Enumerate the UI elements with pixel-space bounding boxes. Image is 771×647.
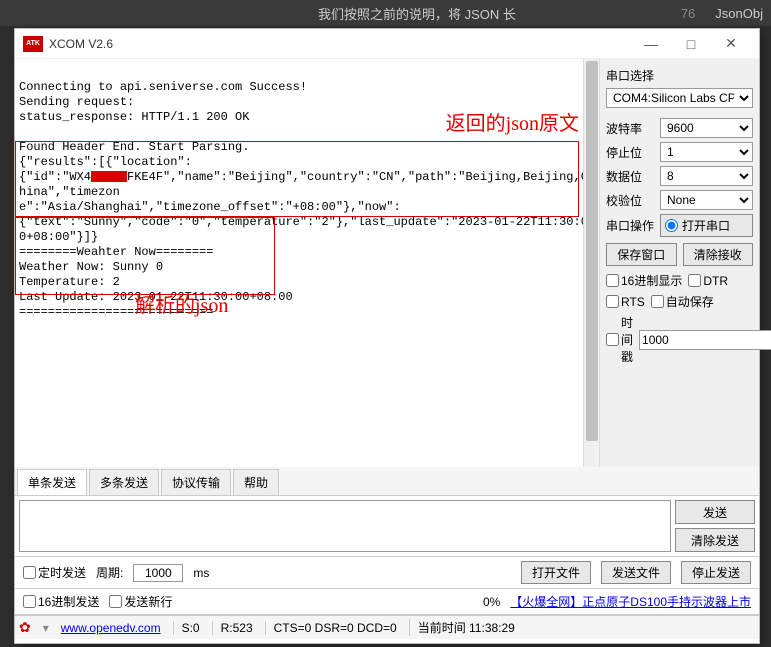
topbar-filename: JsonObj (715, 6, 763, 21)
open-serial-button[interactable]: 打开串口 (660, 214, 753, 237)
send-textarea[interactable] (19, 500, 671, 552)
parity-select[interactable]: None (660, 190, 753, 210)
progress-pct: 0% (483, 595, 500, 609)
stopbit-select[interactable]: 1 (660, 142, 753, 162)
autosave-checkbox[interactable]: 自动保存 (651, 293, 714, 310)
send-tabs: 单条发送 多条发送 协议传输 帮助 (15, 467, 759, 496)
hex-send-checkbox[interactable]: 16进制发送 (23, 593, 99, 610)
ide-topbar: 我们按照之前的说明，将 JSON 长 76 JsonObj (0, 0, 771, 26)
stop-send-button[interactable]: 停止发送 (681, 561, 751, 584)
window-title: XCOM V2.6 (49, 37, 113, 51)
hex-display-checkbox[interactable]: 16进制显示 (606, 272, 682, 289)
baud-select[interactable]: 9600 (660, 118, 753, 138)
status-received: R:523 (212, 621, 253, 635)
timestamp-checkbox[interactable]: 时间戳 (606, 314, 633, 365)
xcom-window: ATK XCOM V2.6 — □ ✕ Connecting to api.se… (14, 28, 760, 644)
port-select[interactable]: COM4:Silicon Labs CP2 (606, 88, 753, 108)
promo-link[interactable]: 【火爆全网】正点原子DS100手持示波器上市 (510, 593, 751, 610)
annotation-json-parsed: 解析的json (135, 299, 228, 314)
close-button[interactable]: ✕ (711, 30, 751, 58)
tab-multi-send[interactable]: 多条发送 (89, 469, 159, 495)
period-input[interactable] (133, 564, 183, 582)
databit-select[interactable]: 8 (660, 166, 753, 186)
tab-help[interactable]: 帮助 (233, 469, 279, 495)
tab-protocol[interactable]: 协议传输 (161, 469, 231, 495)
app-logo: ATK (23, 36, 43, 52)
dtr-checkbox[interactable]: DTR (688, 274, 728, 288)
status-time: 当前时间 11:38:29 (409, 619, 515, 636)
open-file-button[interactable]: 打开文件 (521, 561, 591, 584)
serial-select-label: 串口选择 (606, 67, 753, 84)
clear-send-button[interactable]: 清除发送 (675, 528, 755, 552)
topbar-text: 我们按照之前的说明，将 JSON 长 (318, 4, 516, 23)
maximize-button[interactable]: □ (671, 30, 711, 58)
status-cts: CTS=0 DSR=0 DCD=0 (265, 621, 397, 635)
website-link[interactable]: www.openedv.com (61, 621, 161, 635)
statusbar: ✿ ▾ www.openedv.com S:0 R:523 CTS=0 DSR=… (15, 615, 759, 639)
gear-icon[interactable]: ✿ (19, 619, 31, 636)
serial-settings-panel: 串口选择 COM4:Silicon Labs CP2 波特率9600 停止位1 … (599, 59, 759, 467)
annotation-json-raw: 返回的json原文 (446, 117, 579, 132)
tab-single-send[interactable]: 单条发送 (17, 469, 87, 495)
timed-send-checkbox[interactable]: 定时发送 (23, 564, 86, 581)
send-button[interactable]: 发送 (675, 500, 755, 524)
minimize-button[interactable]: — (631, 30, 671, 58)
terminal-scrollbar[interactable] (583, 59, 599, 467)
titlebar: ATK XCOM V2.6 — □ ✕ (15, 29, 759, 59)
timestamp-interval-input[interactable] (639, 330, 771, 350)
status-sent: S:0 (173, 621, 200, 635)
receive-terminal[interactable]: Connecting to api.seniverse.com Success!… (15, 59, 599, 467)
send-newline-checkbox[interactable]: 发送新行 (109, 593, 172, 610)
send-file-button[interactable]: 发送文件 (601, 561, 671, 584)
clear-receive-button[interactable]: 清除接收 (683, 243, 754, 266)
rts-checkbox[interactable]: RTS (606, 295, 645, 309)
topbar-linenum: 76 (681, 6, 695, 21)
redaction-block (91, 171, 127, 182)
save-window-button[interactable]: 保存窗口 (606, 243, 677, 266)
